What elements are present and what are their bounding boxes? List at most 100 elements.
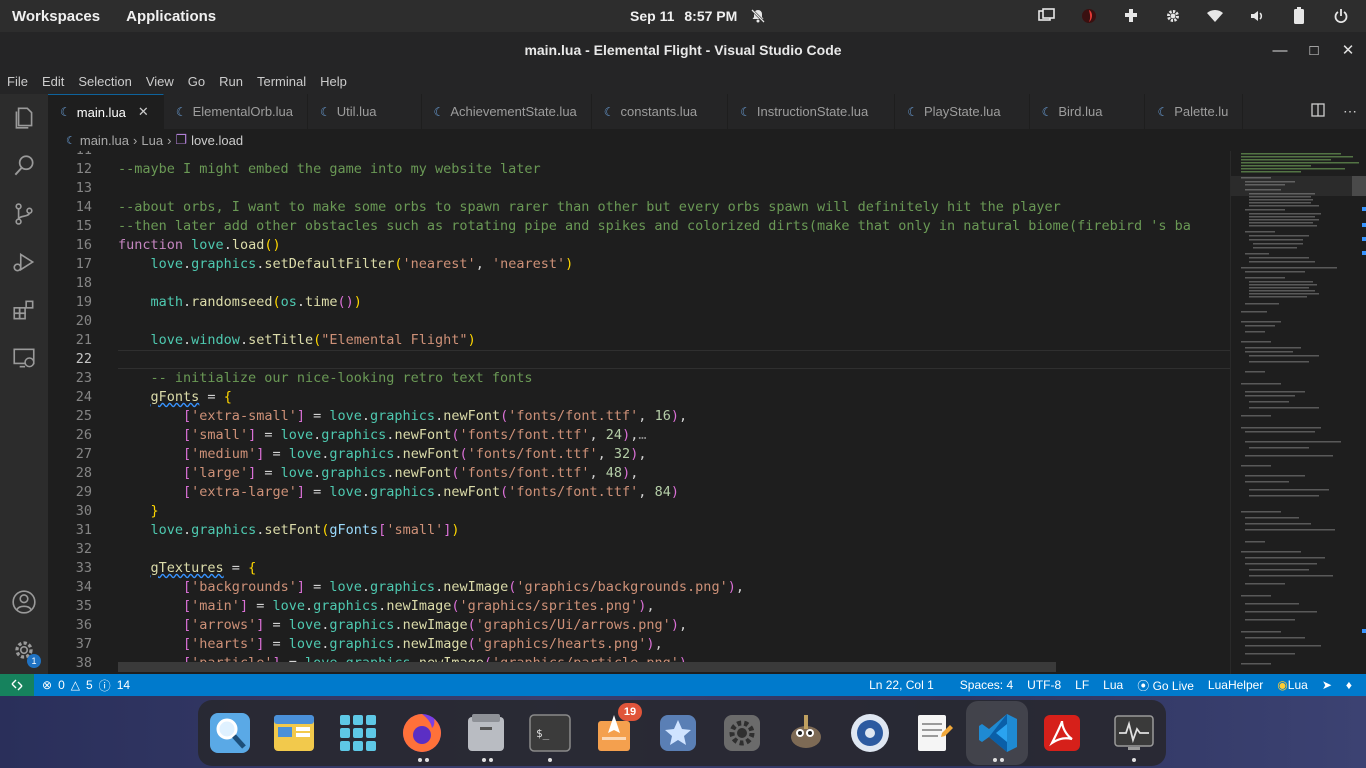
status-bar: ⊗ 0 △ 5 ⓘ 14 Ln 22, Col 1 Spaces: 4 UTF-…: [0, 674, 1366, 696]
dock-files-manager-icon[interactable]: [270, 709, 318, 757]
extensions-icon[interactable]: [0, 286, 48, 334]
line-number: 13: [75, 180, 92, 196]
dock-software-store-icon[interactable]: 19: [590, 703, 642, 757]
minimap[interactable]: [1230, 151, 1366, 674]
explorer-icon[interactable]: [0, 94, 48, 142]
breadcrumb: ☾ main.lua › Lua › ❐ love.load: [48, 129, 1230, 151]
dock-search-app-icon[interactable]: [206, 709, 254, 757]
search-icon[interactable]: [0, 142, 48, 190]
split-editor-icon[interactable]: [1311, 103, 1325, 120]
cursor-position[interactable]: Ln 22, Col 1: [869, 678, 934, 692]
encoding[interactable]: UTF-8: [1027, 678, 1061, 692]
menu-edit[interactable]: Edit: [42, 74, 64, 89]
activity-bar: 1: [0, 94, 48, 674]
dock-settings-icon[interactable]: [718, 709, 766, 757]
dock-media-player-icon[interactable]: [846, 709, 894, 757]
code-line: ['main'] = love.graphics.newImage('graph…: [183, 598, 655, 614]
battery-icon[interactable]: [1288, 6, 1310, 26]
tab-label: ElementalOrb.lua: [192, 104, 294, 119]
power-icon[interactable]: [1330, 6, 1352, 26]
dock-system-monitor-icon[interactable]: [1110, 709, 1158, 757]
code-line: gTextures = {: [150, 560, 257, 576]
windows-icon[interactable]: [1036, 6, 1058, 26]
applications-button[interactable]: Applications: [126, 8, 216, 25]
dock-running-indicator: [482, 758, 486, 762]
line-number: 21: [75, 332, 92, 348]
cat-icon: ◉: [1277, 678, 1288, 692]
workspaces-button[interactable]: Workspaces: [12, 8, 100, 25]
window-titlebar[interactable]: main.lua - Elemental Flight - Visual Stu…: [0, 32, 1366, 68]
dock-file-cabinet-icon[interactable]: [462, 709, 510, 757]
menu-run[interactable]: Run: [219, 74, 243, 89]
tab-label: constants.lua: [620, 104, 698, 119]
breadcrumb-file[interactable]: main.lua: [80, 133, 129, 148]
run-debug-icon[interactable]: [0, 238, 48, 286]
tab-instructionstate-lua[interactable]: ☾ InstructionState.lua: [728, 94, 896, 129]
tab-main-lua[interactable]: ☾ main.lua ✕: [48, 94, 164, 129]
horizontal-scrollbar[interactable]: [118, 662, 1056, 672]
system-top-bar: Workspaces Applications Sep 11 8:57 PM: [0, 0, 1366, 32]
dock-terminal-icon[interactable]: $_: [526, 709, 574, 757]
clock-date: Sep 11: [630, 8, 675, 24]
go-live-button[interactable]: ⦿ Go Live: [1137, 677, 1194, 694]
remote-explorer-icon[interactable]: [0, 334, 48, 382]
tab-constants-lua[interactable]: ☾ constants.lua: [592, 94, 729, 129]
remote-indicator-icon[interactable]: [0, 674, 34, 696]
luahelper-status[interactable]: LuaHelper: [1208, 678, 1263, 692]
code-line: }: [150, 503, 159, 519]
code-editor[interactable]: 11 12 13 14 15 16 17 18 19 20 21 22 23 2…: [48, 151, 1230, 674]
menu-selection[interactable]: Selection: [78, 74, 131, 89]
maximize-icon[interactable]: □: [1306, 42, 1322, 59]
menu-help[interactable]: Help: [320, 74, 347, 89]
clock[interactable]: Sep 11 8:57 PM: [630, 0, 769, 32]
tab-label: Util.lua: [336, 104, 377, 119]
minimize-icon[interactable]: —: [1272, 42, 1288, 59]
breadcrumb-symbol[interactable]: love.load: [191, 133, 243, 148]
tab-elementalorb-lua[interactable]: ☾ ElementalOrb.lua: [164, 94, 309, 129]
menu-go[interactable]: Go: [188, 74, 205, 89]
more-actions-icon[interactable]: ⋯: [1343, 103, 1357, 120]
language-mode[interactable]: Lua: [1103, 678, 1123, 692]
settings-tray-icon[interactable]: [1162, 6, 1184, 26]
extension-icon[interactable]: [1120, 6, 1142, 26]
account-icon[interactable]: [0, 578, 48, 626]
dock-firefox-icon[interactable]: [398, 709, 446, 757]
source-control-icon[interactable]: [0, 190, 48, 238]
line-number: 37: [75, 636, 92, 652]
line-number: 15: [75, 218, 92, 234]
dock-pdf-reader-icon[interactable]: [1038, 709, 1086, 757]
tab-label: Palette.lu: [1174, 104, 1229, 119]
tab-close-icon[interactable]: ✕: [138, 104, 149, 120]
lua-status[interactable]: ◉Lua: [1277, 678, 1308, 692]
wifi-icon[interactable]: [1204, 6, 1226, 26]
menu-view[interactable]: View: [146, 74, 174, 89]
dock-starred-app-icon[interactable]: [654, 709, 702, 757]
problems-indicator[interactable]: ⊗ 0 △ 5 ⓘ 14: [42, 674, 130, 696]
tab-playstate-lua[interactable]: ☾ PlayState.lua: [895, 94, 1030, 129]
dock-app-grid-icon[interactable]: [334, 709, 382, 757]
end-of-line[interactable]: LF: [1075, 678, 1089, 692]
breadcrumb-lang[interactable]: Lua: [141, 133, 163, 148]
app-indicator-icon[interactable]: [1078, 6, 1100, 26]
vertical-scrollbar-thumb[interactable]: [1352, 176, 1366, 196]
notifications-bell-icon[interactable]: ♦: [1346, 678, 1352, 692]
tab-util-lua[interactable]: ☾ Util.lua: [308, 94, 422, 129]
close-icon[interactable]: ✕: [1340, 41, 1356, 59]
menu-file[interactable]: File: [7, 74, 28, 89]
tab-bird-lua[interactable]: ☾ Bird.lua: [1030, 94, 1146, 129]
menu-terminal[interactable]: Terminal: [257, 74, 306, 89]
feedback-icon[interactable]: ➤: [1322, 678, 1332, 692]
tab-label: PlayState.lua: [923, 104, 1001, 119]
lua-file-icon: ☾: [66, 134, 76, 147]
tab-palette-lua[interactable]: ☾ Palette.lu: [1145, 94, 1244, 129]
indentation[interactable]: Spaces: 4: [960, 678, 1013, 692]
dock-text-editor-icon[interactable]: [910, 709, 958, 757]
dock-vscode-icon[interactable]: [974, 709, 1022, 757]
manage-gear-icon[interactable]: 1: [0, 626, 48, 674]
dock-running-indicator: [1132, 758, 1136, 762]
tab-achievementstate-lua[interactable]: ☾ AchievementState.lua: [422, 94, 592, 129]
dock-gimp-icon[interactable]: [782, 709, 830, 757]
filter-arg: 'nearest': [402, 256, 476, 272]
line-number: 34: [75, 579, 92, 595]
volume-icon[interactable]: [1246, 6, 1268, 26]
